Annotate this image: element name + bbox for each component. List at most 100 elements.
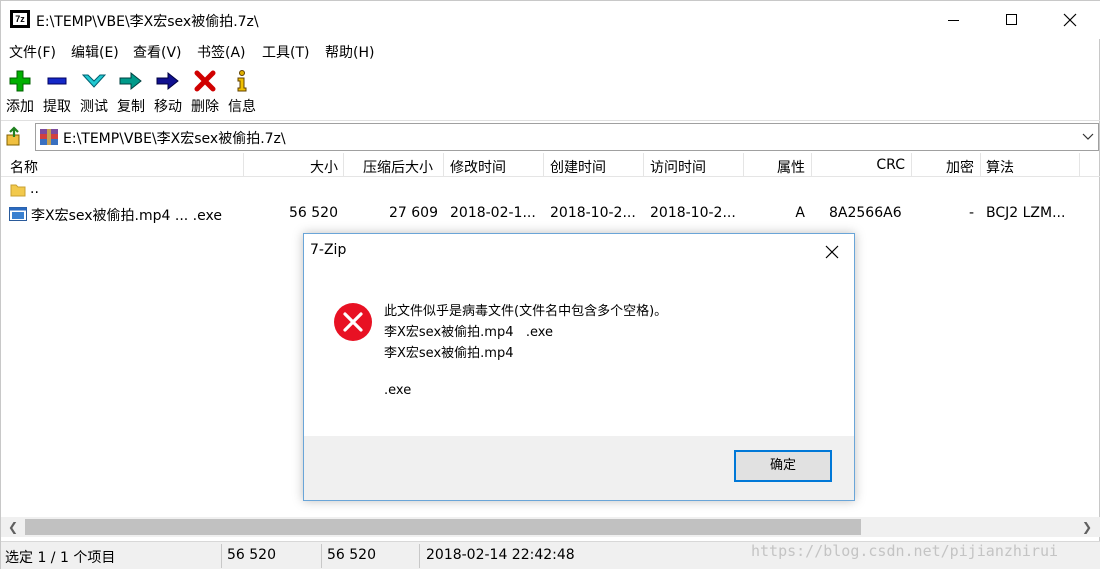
test-label: 测试 [80, 99, 108, 115]
main-window: 7z E:\TEMP\VBE\李X宏sex被偷拍.7z\ 文件(F) 编辑(E)… [0, 0, 1100, 569]
copy-button[interactable]: 复制 [113, 67, 149, 116]
info-icon [224, 67, 260, 95]
extract-button[interactable]: 提取 [39, 67, 75, 116]
title-bar[interactable]: 7z E:\TEMP\VBE\李X宏sex被偷拍.7z\ [1, 1, 1100, 39]
move-label: 移动 [154, 99, 182, 115]
column-crc[interactable]: CRC [831, 157, 905, 173]
file-modified: 2018-02-1... [450, 205, 536, 221]
column-divider[interactable] [743, 153, 744, 177]
error-dialog: 7-Zip 此文件似乎是病毒文件(文件名中包含多个空格)。 李X宏sex被偷拍.… [303, 233, 855, 501]
info-label: 信息 [228, 99, 256, 115]
status-date: 2018-02-14 22:42:48 [426, 547, 575, 563]
up-folder-icon [6, 126, 20, 146]
menu-file[interactable]: 文件(F) [9, 42, 56, 62]
close-icon [825, 245, 839, 259]
delete-label: 删除 [191, 99, 219, 115]
status-divider [221, 544, 222, 568]
column-size[interactable]: 大小 [281, 157, 338, 177]
scroll-right-icon[interactable]: ❯ [1079, 519, 1095, 535]
menu-edit[interactable]: 编辑(E) [71, 42, 119, 62]
close-icon [1063, 13, 1077, 27]
list-header: 名称 大小 压缩后大小 修改时间 创建时间 访问时间 属性 CRC 加密 算法 [1, 153, 1100, 177]
dialog-message-line: 此文件似乎是病毒文件(文件名中包含多个空格)。 [384, 304, 668, 319]
move-button[interactable]: 移动 [150, 67, 186, 116]
column-accessed[interactable]: 访问时间 [650, 157, 706, 177]
add-icon [2, 67, 38, 95]
watermark: https://blog.csdn.net/pijianzhirui [751, 542, 1059, 560]
column-method[interactable]: 算法 [986, 157, 1014, 177]
maximize-button[interactable] [982, 1, 1040, 39]
status-divider [321, 544, 322, 568]
column-attributes[interactable]: 属性 [761, 157, 805, 177]
column-divider[interactable] [811, 153, 812, 177]
file-encrypted: - [968, 205, 974, 221]
address-combobox[interactable]: E:\TEMP\VBE\李X宏sex被偷拍.7z\ [35, 123, 1099, 151]
dialog-close-button[interactable] [820, 240, 844, 264]
column-created[interactable]: 创建时间 [550, 157, 606, 177]
column-packed-size[interactable]: 压缩后大小 [363, 157, 433, 177]
file-attributes: A [795, 205, 805, 221]
scroll-left-icon[interactable]: ❮ [5, 519, 21, 535]
column-divider[interactable] [543, 153, 544, 177]
folder-icon [10, 184, 26, 197]
file-size: 56 520 [289, 205, 338, 221]
extract-icon [39, 67, 75, 95]
window-title: E:\TEMP\VBE\李X宏sex被偷拍.7z\ [36, 14, 259, 30]
menu-view[interactable]: 查看(V) [133, 42, 182, 62]
test-button[interactable]: 测试 [76, 67, 112, 116]
column-divider[interactable] [243, 153, 244, 177]
app-icon: 7z [10, 10, 30, 28]
column-modified[interactable]: 修改时间 [450, 157, 506, 177]
column-divider[interactable] [643, 153, 644, 177]
move-icon [150, 67, 186, 95]
file-created: 2018-10-2... [550, 205, 636, 221]
dialog-title: 7-Zip [310, 242, 347, 258]
column-divider[interactable] [980, 153, 981, 177]
dialog-message-line: 李X宏sex被偷拍.mp4 .exe [384, 325, 554, 340]
add-label: 添加 [6, 99, 34, 115]
column-divider[interactable] [1079, 153, 1080, 177]
copy-label: 复制 [117, 99, 145, 115]
executable-icon [9, 207, 27, 221]
dialog-message-line: 李X宏sex被偷拍.mp4 [384, 346, 514, 361]
error-icon [334, 303, 372, 341]
file-packed-size: 27 609 [389, 205, 438, 221]
file-name: 李X宏sex被偷拍.mp4 ... .exe [31, 208, 222, 224]
delete-icon [187, 67, 223, 95]
status-divider [419, 544, 420, 568]
ok-button[interactable]: 确定 [734, 450, 832, 482]
column-name[interactable]: 名称 [10, 157, 38, 177]
menu-bar: 文件(F) 编辑(E) 查看(V) 书签(A) 工具(T) 帮助(H) [1, 39, 1100, 63]
list-item-parent[interactable]: .. [1, 178, 1100, 202]
status-size: 56 520 [227, 547, 276, 563]
column-divider[interactable] [911, 153, 912, 177]
archive-icon [40, 129, 58, 145]
toolbar: 添加 提取 测试 复制 移动 删除 信息 [1, 65, 1100, 121]
file-accessed: 2018-10-2... [650, 205, 736, 221]
minimize-button[interactable] [924, 1, 982, 39]
list-item-file[interactable]: 李X宏sex被偷拍.mp4 ... .exe 56 520 27 609 201… [1, 202, 1100, 226]
test-icon [76, 67, 112, 95]
address-row: E:\TEMP\VBE\李X宏sex被偷拍.7z\ [1, 122, 1100, 152]
menu-tools[interactable]: 工具(T) [262, 42, 309, 62]
close-button[interactable] [1041, 1, 1099, 39]
horizontal-scrollbar[interactable]: ❮ ❯ [1, 517, 1100, 537]
menu-bookmarks[interactable]: 书签(A) [197, 42, 246, 62]
column-divider[interactable] [343, 153, 344, 177]
minimize-icon [948, 20, 959, 21]
column-encrypted[interactable]: 加密 [931, 157, 974, 177]
delete-button[interactable]: 删除 [187, 67, 223, 116]
maximize-icon [1006, 14, 1017, 25]
file-crc: 8A2566A6 [829, 205, 902, 221]
up-folder-button[interactable] [5, 125, 29, 149]
add-button[interactable]: 添加 [2, 67, 38, 116]
info-button[interactable]: 信息 [224, 67, 260, 116]
extract-label: 提取 [43, 99, 71, 115]
column-divider[interactable] [443, 153, 444, 177]
status-packed-size: 56 520 [327, 547, 376, 563]
chevron-down-icon[interactable] [1082, 130, 1094, 142]
address-path: E:\TEMP\VBE\李X宏sex被偷拍.7z\ [63, 131, 286, 147]
menu-help[interactable]: 帮助(H) [325, 42, 374, 62]
file-name: .. [30, 181, 39, 197]
scrollbar-thumb[interactable] [25, 519, 861, 535]
